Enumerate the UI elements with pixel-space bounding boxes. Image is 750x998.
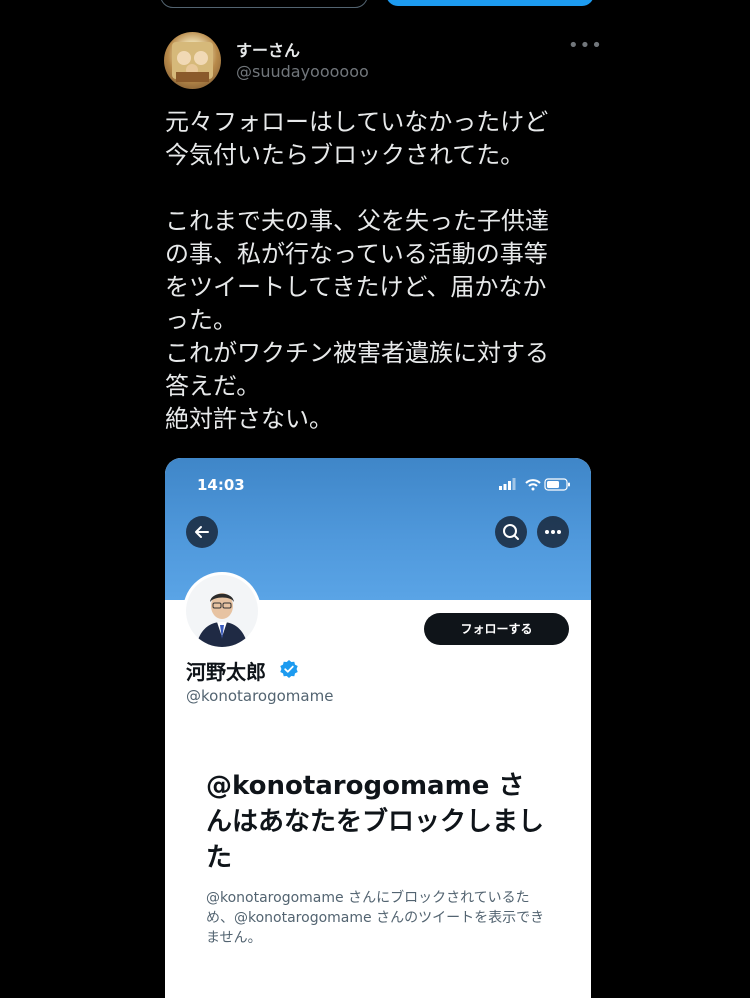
profile-handle: @konotarogomame <box>186 687 334 705</box>
back-arrow-icon[interactable] <box>186 516 218 548</box>
tweet-media-screenshot[interactable]: 14:03 フォローする 河野太郎 @konotarogomame @konot… <box>165 458 591 998</box>
author-display-name[interactable]: すーさん <box>236 37 300 61</box>
profile-name: 河野太郎 <box>186 660 266 684</box>
status-icons <box>499 478 570 491</box>
author-avatar[interactable] <box>164 32 221 89</box>
search-icon[interactable] <box>495 516 527 548</box>
blocked-message-title: @konotarogomame さんはあなたをブロックしました <box>206 771 545 873</box>
tweet-text: 元々フォローはしていなかったけど 今気付いたらブロックされてた。 これまで夫の事… <box>165 108 549 433</box>
more-horizontal-icon[interactable]: ••• <box>568 36 602 56</box>
blocked-message-description: @konotarogomame さんにブロックされているため、@konotaro… <box>206 890 545 946</box>
profile-avatar[interactable] <box>183 572 261 650</box>
top-outline-button[interactable] <box>160 0 368 8</box>
top-filled-button[interactable] <box>386 0 594 6</box>
status-time: 14:03 <box>197 476 245 494</box>
author-handle[interactable]: @suudayoooooo <box>236 62 369 81</box>
follow-button[interactable]: フォローする <box>424 613 569 645</box>
more-horizontal-icon[interactable] <box>537 516 569 548</box>
verified-badge-icon <box>280 660 298 678</box>
